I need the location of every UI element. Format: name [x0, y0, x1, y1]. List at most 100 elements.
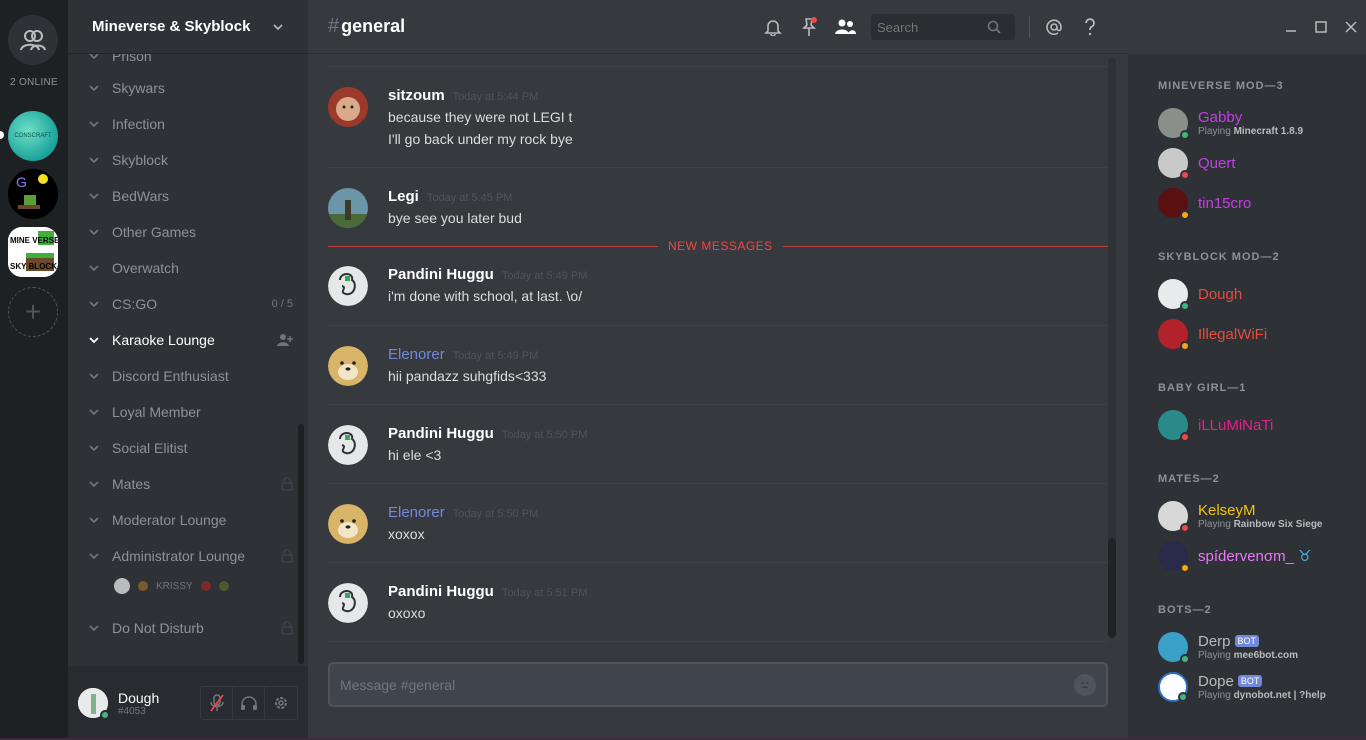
message-group: Pandini Huggu Today at 5:50 PM hi ele <3 — [328, 404, 1108, 483]
help-button[interactable] — [1072, 0, 1108, 54]
message-avatar[interactable] — [328, 266, 368, 306]
category-label: Mates — [112, 476, 151, 492]
category-bedwars[interactable]: BedWars — [88, 184, 293, 208]
member-item[interactable]: Dough — [1158, 277, 1242, 311]
user-settings-button[interactable] — [265, 687, 297, 719]
chevron-down-icon[interactable] — [272, 21, 284, 33]
category-moderator-lounge[interactable]: Moderator Lounge — [88, 508, 293, 532]
avatar-image — [328, 87, 368, 127]
friends-home-button[interactable] — [8, 15, 58, 65]
message-username[interactable]: Elenorer — [388, 346, 445, 363]
member-info: KelseyM Playing Rainbow Six Siege — [1198, 502, 1323, 530]
mentions-button[interactable] — [1036, 0, 1072, 54]
avatar-image — [328, 188, 368, 228]
invite-user-icon[interactable] — [277, 333, 293, 347]
search-box[interactable] — [871, 14, 1015, 40]
chevron-down-icon — [89, 193, 99, 200]
member-item[interactable]: tin15cro — [1158, 186, 1251, 220]
member-info: Dough — [1198, 286, 1242, 303]
member-activity-prefix: Playing — [1198, 519, 1234, 530]
role-header: MINEVERSE MOD—3 — [1158, 80, 1284, 92]
category-loyal-member[interactable]: Loyal Member — [88, 400, 293, 424]
message-avatar[interactable] — [328, 504, 368, 544]
message-username[interactable]: sitzoum — [388, 87, 445, 104]
add-server-button[interactable]: + — [8, 287, 58, 337]
category-do-not-disturb[interactable]: Do Not Disturb — [88, 616, 293, 640]
member-name: Derp — [1198, 633, 1231, 650]
member-item[interactable]: Dope BOT Playing dynobot.net | ?help — [1158, 670, 1326, 704]
user-controls — [200, 686, 298, 720]
message-avatar[interactable] — [328, 425, 368, 465]
member-item[interactable]: spídervenσm_ ♉ — [1158, 539, 1312, 573]
close-button[interactable] — [1336, 0, 1366, 54]
minimize-button[interactable] — [1276, 0, 1306, 54]
message-username[interactable]: Pandini Huggu — [388, 425, 494, 442]
message-username[interactable]: Pandini Huggu — [388, 583, 494, 600]
chat-scrollbar[interactable] — [1108, 58, 1116, 638]
member-info: Derp BOT Playing mee6bot.com — [1198, 633, 1298, 661]
chat-scrollbar-thumb[interactable] — [1108, 538, 1116, 638]
member-item[interactable]: IllegalWiFi — [1158, 317, 1267, 351]
message-group: sitzoum Today at 5:44 PM because they we… — [328, 66, 1108, 166]
chevron-down-icon — [89, 337, 99, 344]
category-administrator-lounge[interactable]: Administrator Lounge — [88, 544, 293, 568]
category-csgo[interactable]: CS:GO 0 / 5 — [88, 292, 293, 316]
voice-user[interactable]: KRISSY — [114, 578, 229, 594]
chevron-down-icon — [89, 301, 99, 308]
message-text: hi ele <3 — [388, 447, 442, 463]
server-header[interactable]: Mineverse & Skyblock — [68, 0, 308, 54]
category-mates[interactable]: Mates — [88, 472, 293, 496]
member-activity: Playing dynobot.net | ?help — [1198, 690, 1326, 701]
message-input[interactable] — [340, 676, 1074, 693]
notification-settings-button[interactable] — [755, 0, 791, 54]
mute-button[interactable] — [201, 687, 233, 719]
category-infection[interactable]: Infection — [88, 112, 293, 136]
pinned-messages-button[interactable] — [791, 0, 827, 54]
message-username[interactable]: Legi — [388, 188, 419, 205]
category-prison[interactable]: Prison — [88, 54, 293, 68]
member-name: IllegalWiFi — [1198, 325, 1268, 343]
member-item[interactable]: Derp BOT Playing mee6bot.com — [1158, 630, 1298, 664]
member-item[interactable]: Quert — [1158, 146, 1236, 180]
category-other-games[interactable]: Other Games — [88, 220, 293, 244]
user-avatar[interactable] — [78, 688, 110, 720]
server-name: Mineverse & Skyblock — [92, 18, 251, 35]
member-list-toggle[interactable] — [827, 0, 863, 54]
plus-icon: + — [24, 296, 42, 327]
member-item[interactable]: KelseyM Playing Rainbow Six Siege — [1158, 499, 1323, 533]
user-limit-badge: 0 / 5 — [271, 298, 293, 310]
message-avatar[interactable] — [328, 87, 368, 127]
message-avatar[interactable] — [328, 188, 368, 228]
category-skyblock[interactable]: Skyblock — [88, 148, 293, 172]
avatar-image — [328, 504, 368, 544]
status-dot — [1178, 692, 1188, 702]
message-username[interactable]: Pandini Huggu — [388, 266, 494, 283]
channel-scrollbar[interactable] — [298, 424, 304, 664]
voice-user-emoji-icon — [138, 581, 148, 591]
member-item[interactable]: iLLuMiNaTi — [1158, 408, 1273, 442]
category-skywars[interactable]: Skywars — [88, 76, 293, 100]
chevron-down-icon — [89, 265, 99, 272]
message-group: Elenorer Today at 5:49 PM hii pandazz su… — [328, 325, 1108, 404]
gear-icon — [275, 697, 287, 709]
search-input[interactable] — [877, 19, 987, 35]
message-timestamp: Today at 5:44 PM — [452, 91, 539, 103]
guild-mineverse-skyblock[interactable]: MINE VERSE SKY BLOCK — [8, 227, 58, 277]
maximize-button[interactable] — [1306, 0, 1336, 54]
category-discord-enthusiast[interactable]: Discord Enthusiast — [88, 364, 293, 388]
deafen-button[interactable] — [233, 687, 265, 719]
emoji-picker-button[interactable] — [1074, 673, 1096, 696]
category-karaoke-lounge[interactable]: Karaoke Lounge — [88, 328, 293, 352]
message-username[interactable]: Elenorer — [388, 504, 445, 521]
chevron-down-icon — [89, 517, 99, 524]
message-avatar[interactable] — [328, 346, 368, 386]
guild-conscraft[interactable]: CONSCRAFT — [8, 111, 58, 161]
category-label: Loyal Member — [112, 404, 201, 420]
message-avatar[interactable] — [328, 583, 368, 623]
member-item[interactable]: Gabby Playing Minecraft 1.8.9 — [1158, 106, 1303, 140]
category-overwatch[interactable]: Overwatch — [88, 256, 293, 280]
message-header: Pandini Huggu Today at 5:49 PM — [388, 266, 587, 283]
member-info: Gabby Playing Minecraft 1.8.9 — [1198, 109, 1303, 137]
category-social-elitist[interactable]: Social Elitist — [88, 436, 293, 460]
guild-cg[interactable]: G — [8, 169, 58, 219]
